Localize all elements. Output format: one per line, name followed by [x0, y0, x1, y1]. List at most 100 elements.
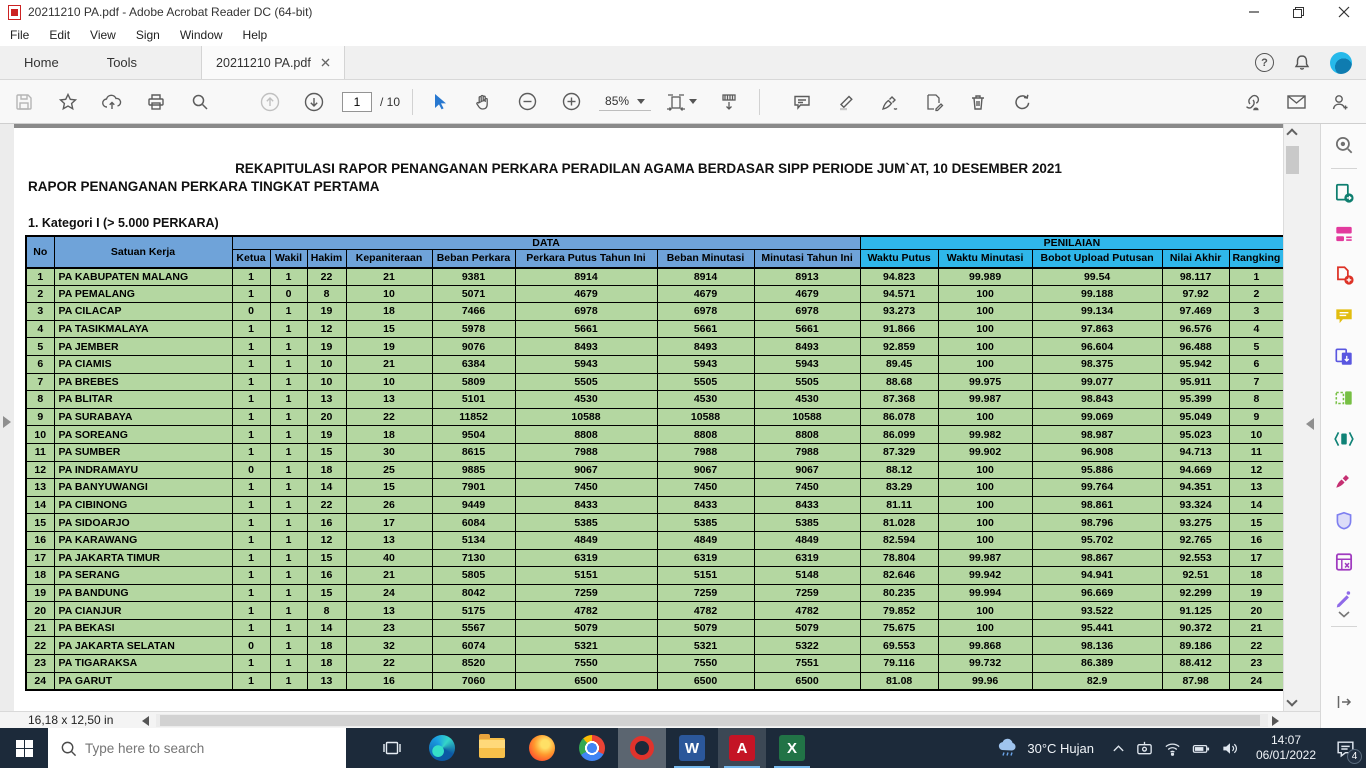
restore-button[interactable]: [1276, 0, 1321, 24]
fill-and-sign-icon[interactable]: [1321, 459, 1366, 500]
page-number-input[interactable]: [342, 92, 372, 112]
weather-widget[interactable]: 30°C Hujan: [996, 737, 1094, 759]
menu-help[interactable]: Help: [233, 28, 278, 42]
menu-view[interactable]: View: [80, 28, 126, 42]
horizontal-scrollbar[interactable]: [156, 714, 1268, 727]
data-cell: 5943: [515, 355, 657, 373]
save-button[interactable]: [8, 86, 40, 118]
search-tools-icon[interactable]: [1321, 124, 1366, 165]
previous-page-button[interactable]: [254, 86, 286, 118]
data-cell: 21: [1229, 619, 1283, 637]
cloud-upload-button[interactable]: [96, 86, 128, 118]
next-page-button[interactable]: [298, 86, 330, 118]
compress-pdf-icon[interactable]: [1321, 418, 1366, 459]
fit-width-button[interactable]: [661, 86, 701, 118]
data-cell: 16: [346, 672, 432, 690]
share-link-icon[interactable]: [1236, 86, 1268, 118]
tab-document[interactable]: 20211210 PA.pdf: [201, 46, 345, 79]
search-button[interactable]: [184, 86, 216, 118]
data-cell: 15: [307, 584, 346, 602]
taskbar-excel[interactable]: X: [768, 728, 816, 768]
protect-pdf-icon[interactable]: [1321, 500, 1366, 541]
menu-sign[interactable]: Sign: [126, 28, 170, 42]
data-cell: 99.077: [1032, 373, 1162, 391]
combine-files-icon[interactable]: [1321, 336, 1366, 377]
delete-tool-button[interactable]: [962, 86, 994, 118]
print-button[interactable]: [140, 86, 172, 118]
volume-icon[interactable]: [1220, 739, 1240, 758]
horizontal-scrollbar-thumb[interactable]: [160, 715, 1260, 726]
zoom-out-button[interactable]: [511, 86, 543, 118]
wifi-icon[interactable]: [1163, 739, 1182, 758]
data-cell: 0: [232, 303, 270, 321]
taskbar-word[interactable]: W: [668, 728, 716, 768]
data-cell: 1: [270, 303, 307, 321]
close-button[interactable]: [1321, 0, 1366, 24]
menu-edit[interactable]: Edit: [39, 28, 80, 42]
comment-tool-button[interactable]: [786, 86, 818, 118]
zoom-level-dropdown[interactable]: 85%: [599, 92, 651, 111]
export-excel-icon[interactable]: [1321, 541, 1366, 582]
taskbar-opera[interactable]: [618, 728, 666, 768]
redo-icon[interactable]: [1006, 86, 1038, 118]
zoom-in-button[interactable]: [555, 86, 587, 118]
navigation-pane-strip[interactable]: [0, 124, 14, 711]
tools-pane-strip[interactable]: [1300, 124, 1320, 711]
scroll-right-icon[interactable]: [1272, 716, 1279, 726]
more-tools-icon[interactable]: [1321, 582, 1366, 623]
fill-sign-tool-button[interactable]: [874, 86, 906, 118]
highlight-tool-button[interactable]: [830, 86, 862, 118]
organize-pages-icon[interactable]: [1321, 377, 1366, 418]
star-button[interactable]: [52, 86, 84, 118]
collapse-tools-pane-icon[interactable]: [1306, 418, 1314, 430]
data-cell: 8520: [432, 655, 515, 673]
menu-file[interactable]: File: [0, 28, 39, 42]
taskbar-clock[interactable]: 14:07 06/01/2022: [1249, 733, 1323, 763]
export-pdf-icon[interactable]: [1321, 172, 1366, 213]
sign-in-avatar-icon[interactable]: [1324, 86, 1356, 118]
menu-window[interactable]: Window: [170, 28, 233, 42]
select-tool-button[interactable]: [423, 86, 455, 118]
taskbar-chrome[interactable]: [568, 728, 616, 768]
task-view-button[interactable]: [368, 728, 416, 768]
expand-pane-icon[interactable]: [1321, 692, 1366, 712]
vertical-scrollbar[interactable]: [1283, 124, 1300, 711]
tab-close-icon[interactable]: [321, 58, 330, 67]
scroll-left-icon[interactable]: [142, 716, 149, 726]
taskbar-edge[interactable]: [418, 728, 466, 768]
taskbar-firefox[interactable]: [518, 728, 566, 768]
battery-icon[interactable]: [1191, 739, 1211, 758]
data-cell: 8433: [515, 496, 657, 514]
expand-nav-pane-icon[interactable]: [3, 416, 11, 428]
hand-tool-button[interactable]: [467, 86, 499, 118]
comment-panel-icon[interactable]: [1321, 295, 1366, 336]
scroll-up-icon[interactable]: [1286, 128, 1297, 139]
data-cell: 1: [270, 637, 307, 655]
tab-home[interactable]: Home: [0, 46, 83, 79]
action-center-button[interactable]: 4: [1332, 735, 1358, 761]
taskbar-search[interactable]: [48, 728, 346, 768]
start-button[interactable]: [0, 728, 48, 768]
tab-tools[interactable]: Tools: [83, 46, 161, 79]
bell-icon[interactable]: [1292, 53, 1312, 73]
taskbar-acrobat[interactable]: A: [718, 728, 766, 768]
taskbar-file-explorer[interactable]: [468, 728, 516, 768]
table-row: 3PA CILACAP011918746669786978697893.2731…: [26, 303, 1283, 321]
data-cell: 1: [270, 549, 307, 567]
create-pdf-icon[interactable]: [1321, 254, 1366, 295]
data-cell: 1: [270, 584, 307, 602]
tray-chevron-up-icon[interactable]: [1111, 742, 1126, 755]
scroll-down-icon[interactable]: [1286, 695, 1297, 706]
stamp-tool-button[interactable]: [918, 86, 950, 118]
email-icon[interactable]: [1280, 86, 1312, 118]
search-input[interactable]: [85, 741, 305, 756]
minimize-button[interactable]: [1231, 0, 1276, 24]
edit-pdf-icon[interactable]: [1321, 213, 1366, 254]
vertical-scrollbar-thumb[interactable]: [1286, 146, 1299, 174]
data-cell: 5943: [657, 355, 754, 373]
help-icon[interactable]: ?: [1255, 53, 1274, 72]
user-avatar[interactable]: [1330, 52, 1352, 74]
satuan-kerja-cell: PA SUMBER: [54, 443, 232, 461]
tray-snip-icon[interactable]: [1135, 739, 1154, 758]
page-scrolling-button[interactable]: [713, 86, 745, 118]
